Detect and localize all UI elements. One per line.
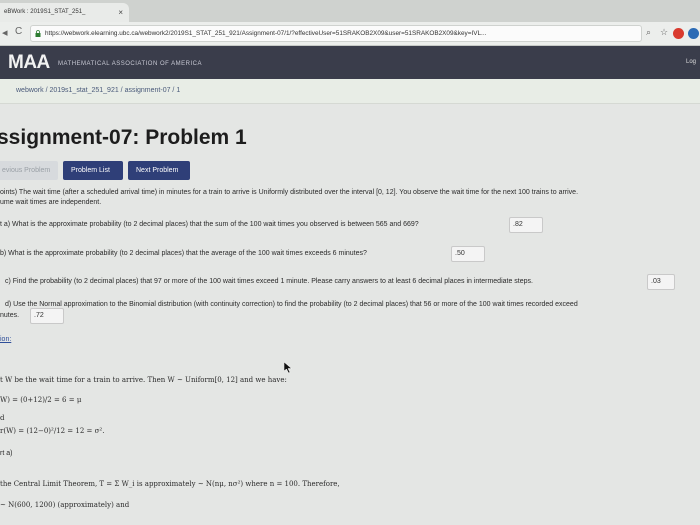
- close-icon[interactable]: ×: [118, 3, 123, 22]
- problem-intro: oints) The wait time (after a scheduled …: [0, 189, 579, 196]
- solution-line-4: r(W) = (12−0)²/12 = 12 = σ².: [0, 427, 105, 435]
- url-text: https://webwork.elearning.ubc.ca/webwork…: [45, 30, 487, 37]
- solution-line-6: the Central Limit Theorem, T = Σ W_i is …: [0, 480, 340, 488]
- part-a-text: t a) What is the approximate probability…: [0, 221, 419, 228]
- breadcrumb[interactable]: webwork / 2019s1_stat_251_921 / assignme…: [16, 87, 180, 94]
- mouse-cursor-icon: [284, 362, 292, 373]
- browser-tab[interactable]: eBWork : 2019S1_STAT_251_ ×: [0, 3, 129, 22]
- solution-line-2: W) = (0+12)/2 = 6 = μ: [0, 396, 82, 404]
- problem-intro-2: ume wait times are independent.: [0, 199, 102, 206]
- main-content: ssignment-07: Problem 1 evious Problem P…: [0, 104, 700, 525]
- lock-icon: [35, 30, 41, 37]
- tab-title: eBWork : 2019S1_STAT_251_: [4, 9, 86, 15]
- reload-icon[interactable]: C: [15, 26, 22, 37]
- previous-problem-button[interactable]: evious Problem: [0, 161, 58, 180]
- part-d-answer-input[interactable]: .72: [30, 308, 64, 324]
- part-d-text: d) Use the Normal approximation to the B…: [5, 301, 578, 308]
- extension-icon-2[interactable]: [688, 28, 699, 39]
- solution-line-5: rt a): [0, 450, 13, 457]
- star-icon[interactable]: ☆: [660, 27, 668, 38]
- part-b-answer-input[interactable]: .50: [451, 246, 485, 262]
- problem-list-button[interactable]: Problem List: [63, 161, 123, 180]
- browser-nav-bar: ◂ C https://webwork.elearning.ubc.ca/web…: [0, 22, 700, 46]
- solution-line-3: d: [0, 414, 5, 422]
- browser-tab-bar: eBWork : 2019S1_STAT_251_ ×: [0, 0, 700, 22]
- maa-subtitle: MATHEMATICAL ASSOCIATION OF AMERICA: [58, 61, 202, 67]
- page-title: ssignment-07: Problem 1: [0, 126, 247, 149]
- part-a-answer-input[interactable]: .82: [509, 217, 543, 233]
- solution-line-7: ~ N(600, 1200) (approximately) and: [0, 501, 130, 509]
- solution-line-1: t W be the wait time for a train to arri…: [0, 376, 287, 384]
- site-banner: MAA MATHEMATICAL ASSOCIATION OF AMERICA …: [0, 46, 700, 79]
- zoom-icon[interactable]: ⌕: [646, 27, 651, 38]
- part-b-text: b) What is the approximate probability (…: [0, 250, 367, 257]
- solution-link[interactable]: ion:: [0, 336, 11, 343]
- part-d-text-2: nutes.: [0, 312, 20, 319]
- next-problem-button[interactable]: Next Problem: [128, 161, 190, 180]
- extension-icon[interactable]: [673, 28, 684, 39]
- part-c-answer-input[interactable]: .03: [647, 274, 675, 290]
- breadcrumb-bar: webwork / 2019s1_stat_251_921 / assignme…: [0, 79, 700, 104]
- back-icon[interactable]: ◂: [2, 26, 8, 39]
- maa-logo: MAA: [8, 52, 50, 73]
- address-bar[interactable]: https://webwork.elearning.ubc.ca/webwork…: [30, 25, 642, 42]
- part-c-text: c) Find the probability (to 2 decimal pl…: [5, 278, 533, 285]
- login-link[interactable]: Log: [686, 59, 696, 65]
